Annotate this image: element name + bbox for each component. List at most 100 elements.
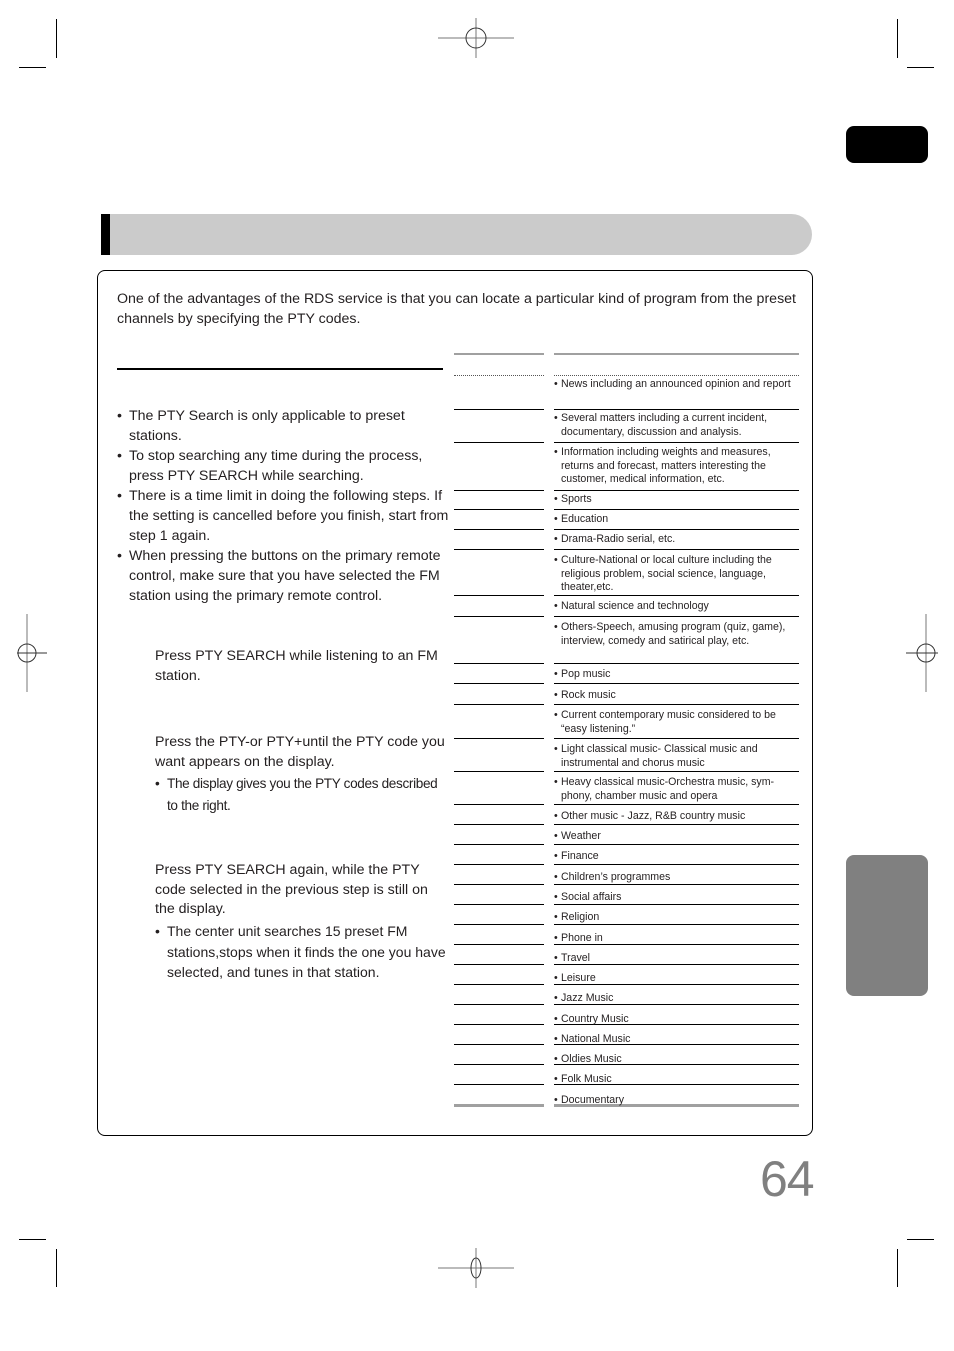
bullet: •: [554, 911, 558, 923]
pty-table-row: • Leisure: [454, 972, 799, 985]
code-cell-rule: [454, 1084, 544, 1085]
bullet: •: [554, 600, 558, 612]
desc-cell-rule: [554, 824, 799, 825]
desc-cell-rule: [554, 738, 799, 739]
pty-description-text: Country Music: [561, 1013, 629, 1025]
desc-cell-rule: [554, 409, 799, 410]
registration-mark-icon: [17, 614, 47, 692]
pty-description: • Folk Music: [554, 1073, 799, 1087]
crop-mark: [897, 19, 898, 58]
pty-description-text: Travel: [561, 952, 591, 964]
pty-description-text: Oldies Music: [561, 1053, 622, 1065]
bullet: •: [554, 554, 558, 566]
subheading-rule: [117, 368, 443, 370]
bullet: •: [554, 668, 558, 680]
code-cell-rule: [454, 984, 544, 985]
code-cell-rule: [454, 864, 544, 865]
pty-description-text: Social affairs: [561, 891, 622, 903]
pty-table-row: • Information including weights and meas…: [454, 446, 799, 491]
pty-description-text: News including an announced opinion and …: [561, 378, 791, 390]
pty-description: • Documentary: [554, 1094, 799, 1108]
code-cell-rule: [454, 490, 544, 491]
pty-description: • Rock music: [554, 689, 799, 703]
crop-mark: [19, 1239, 46, 1240]
crop-mark: [19, 67, 46, 68]
bullet: •: [554, 810, 558, 822]
code-cell-rule: [454, 616, 544, 617]
pty-description: • Pop music: [554, 668, 799, 682]
table-header-divider: [454, 375, 544, 376]
pty-description: • Culture-National or local culture inclu…: [554, 554, 799, 595]
table-header-rule: [554, 353, 799, 355]
code-cell-rule: [454, 1004, 544, 1005]
note-item: When pressing the buttons on the primary…: [117, 546, 457, 606]
bullet: •: [554, 446, 558, 458]
pty-description: • Religion: [554, 911, 799, 925]
desc-cell-rule: [554, 663, 799, 664]
pty-description: • Light classical music- Classical music …: [554, 743, 799, 770]
code-cell-rule: [454, 924, 544, 925]
pty-description-text: Sports: [561, 493, 592, 505]
bullet: •: [554, 932, 558, 944]
bullet: •: [554, 513, 558, 525]
pty-description: • Others-Speech, amusing program (quiz, g…: [554, 621, 799, 648]
pty-table-row: • Weather: [454, 830, 799, 845]
pty-description-text: Other music - Jazz, R&B country music: [561, 810, 746, 822]
pty-description: • Sports: [554, 493, 799, 507]
pty-description-text: Light classical music- Classical music a…: [561, 743, 758, 769]
desc-cell-rule: [554, 549, 799, 550]
pty-table-row: • Finance: [454, 850, 799, 865]
pty-table-row: • Other music - Jazz, R&B country music: [454, 810, 799, 825]
step-2-note: • The display gives you the PTY codes de…: [155, 773, 450, 817]
pty-description-text: Religion: [561, 911, 600, 923]
pty-table-row: • Heavy classical music-Orchestra music, …: [454, 776, 799, 805]
code-cell-rule: [454, 804, 544, 805]
pty-description-text: Phone in: [561, 932, 603, 944]
pty-description-text: Education: [561, 513, 609, 525]
pty-table-row: • Rock music: [454, 689, 799, 705]
pty-description: • National Music: [554, 1033, 799, 1047]
code-cell-rule: [454, 1044, 544, 1045]
pty-table-row: • Documentary: [454, 1094, 799, 1107]
pty-description-text: Information including weights and measur…: [561, 446, 771, 486]
registration-mark-icon: [906, 614, 938, 692]
desc-cell-rule: [554, 509, 799, 510]
bullet: •: [155, 776, 160, 791]
bullet: •: [155, 923, 160, 939]
pty-description: • Children’s programmes: [554, 871, 799, 885]
code-cell-rule: [454, 1104, 544, 1107]
crop-mark: [56, 19, 57, 58]
pty-table-row: • Several matters including a current inc…: [454, 412, 799, 443]
step-2-text: Press the PTY-or PTY+until the PTY code …: [155, 734, 445, 770]
desc-cell-rule: [554, 771, 799, 772]
crop-mark: [907, 67, 934, 68]
bullet: •: [554, 1094, 558, 1106]
note-item: There is a time limit in doing the follo…: [117, 486, 457, 546]
code-cell-rule: [454, 549, 544, 550]
pty-description: • Travel: [554, 952, 799, 966]
step-2-note-text: The display gives you the PTY codes desc…: [167, 776, 438, 813]
pty-description: • Weather: [554, 830, 799, 844]
pty-description-text: Current contemporary music considered to…: [561, 709, 776, 735]
step-1-text: Press PTY SEARCH while listening to an F…: [155, 648, 438, 684]
bullet: •: [554, 378, 558, 390]
bullet: •: [554, 493, 558, 505]
desc-cell-rule: [554, 529, 799, 530]
pty-table-row: • Country Music: [454, 1013, 799, 1025]
crop-mark: [907, 1239, 934, 1240]
pty-table-row: • News including an announced opinion and…: [454, 378, 799, 410]
desc-cell-rule: [554, 595, 799, 596]
bullet: •: [554, 850, 558, 862]
bullet: •: [554, 1053, 558, 1065]
pty-description: • News including an announced opinion and…: [554, 378, 799, 392]
bullet: •: [554, 776, 558, 788]
code-cell-rule: [454, 1024, 544, 1025]
page-number: 64: [760, 1151, 815, 1207]
code-cell-rule: [454, 663, 544, 664]
code-cell-rule: [454, 409, 544, 410]
code-cell-rule: [454, 509, 544, 510]
pty-table-row: • Education: [454, 513, 799, 530]
bullet: •: [554, 992, 558, 1004]
pty-table-row: • Pop music: [454, 668, 799, 684]
pty-description: • Drama-Radio serial, etc.: [554, 533, 799, 547]
